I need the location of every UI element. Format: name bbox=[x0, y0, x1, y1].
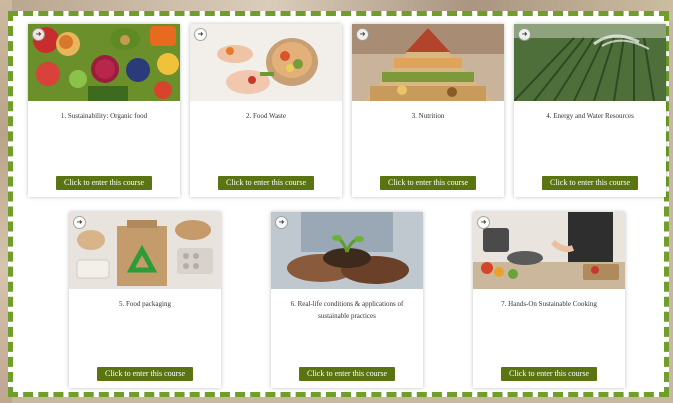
course-card-1[interactable]: ➜ 1. Sustainability: Organic food Click … bbox=[28, 24, 180, 197]
hands-soil-seedling-image: ➜ bbox=[271, 212, 423, 289]
course-title: 4. Energy and Water Resources bbox=[546, 112, 634, 120]
course-title: 7. Hands-On Sustainable Cooking bbox=[501, 300, 597, 308]
external-link-icon[interactable]: ➜ bbox=[194, 28, 207, 41]
external-link-icon[interactable]: ➜ bbox=[275, 216, 288, 229]
cooking-kitchen-image: ➜ bbox=[473, 212, 625, 289]
course-card-5[interactable]: ➜ 5. Food packaging Click to enter this … bbox=[69, 212, 221, 388]
enter-course-button[interactable]: Click to enter this course bbox=[542, 176, 638, 190]
enter-course-button[interactable]: Click to enter this course bbox=[299, 367, 395, 381]
course-title: 3. Nutrition bbox=[411, 112, 445, 120]
courses-frame: ➜ 1. Sustainability: Organic food Click … bbox=[8, 11, 669, 397]
recycle-packaging-image: ➜ bbox=[69, 212, 221, 289]
course-card-6[interactable]: ➜ 6. Real-life conditions & applications… bbox=[271, 212, 423, 388]
enter-course-button[interactable]: Click to enter this course bbox=[380, 176, 476, 190]
external-link-icon[interactable]: ➜ bbox=[73, 216, 86, 229]
course-card-2[interactable]: ➜ 2. Food Waste Click to enter this cour… bbox=[190, 24, 342, 197]
nutrition-pyramid-image: ➜ bbox=[352, 24, 504, 101]
enter-course-button[interactable]: Click to enter this course bbox=[56, 176, 152, 190]
irrigation-field-image: ➜ bbox=[514, 24, 666, 101]
enter-course-button[interactable]: Click to enter this course bbox=[97, 367, 193, 381]
enter-course-button[interactable]: Click to enter this course bbox=[501, 367, 597, 381]
external-link-icon[interactable]: ➜ bbox=[32, 28, 45, 41]
course-title: 6. Real-life conditions & applications o… bbox=[290, 300, 404, 320]
course-title: 1. Sustainability: Organic food bbox=[60, 112, 148, 120]
organic-food-image: ➜ bbox=[28, 24, 180, 101]
course-card-4[interactable]: ➜ 4. Energy and Water Resources Click to… bbox=[514, 24, 666, 197]
course-card-3[interactable]: ➜ 3. Nutrition Click to enter this cours… bbox=[352, 24, 504, 197]
course-title: 5. Food packaging bbox=[119, 300, 171, 308]
external-link-icon[interactable]: ➜ bbox=[518, 28, 531, 41]
course-card-7[interactable]: ➜ 7. Hands-On Sustainable Cooking Click … bbox=[473, 212, 625, 388]
food-waste-image: ➜ bbox=[190, 24, 342, 101]
external-link-icon[interactable]: ➜ bbox=[477, 216, 490, 229]
external-link-icon[interactable]: ➜ bbox=[356, 28, 369, 41]
course-title: 2. Food Waste bbox=[246, 112, 286, 120]
enter-course-button[interactable]: Click to enter this course bbox=[218, 176, 314, 190]
